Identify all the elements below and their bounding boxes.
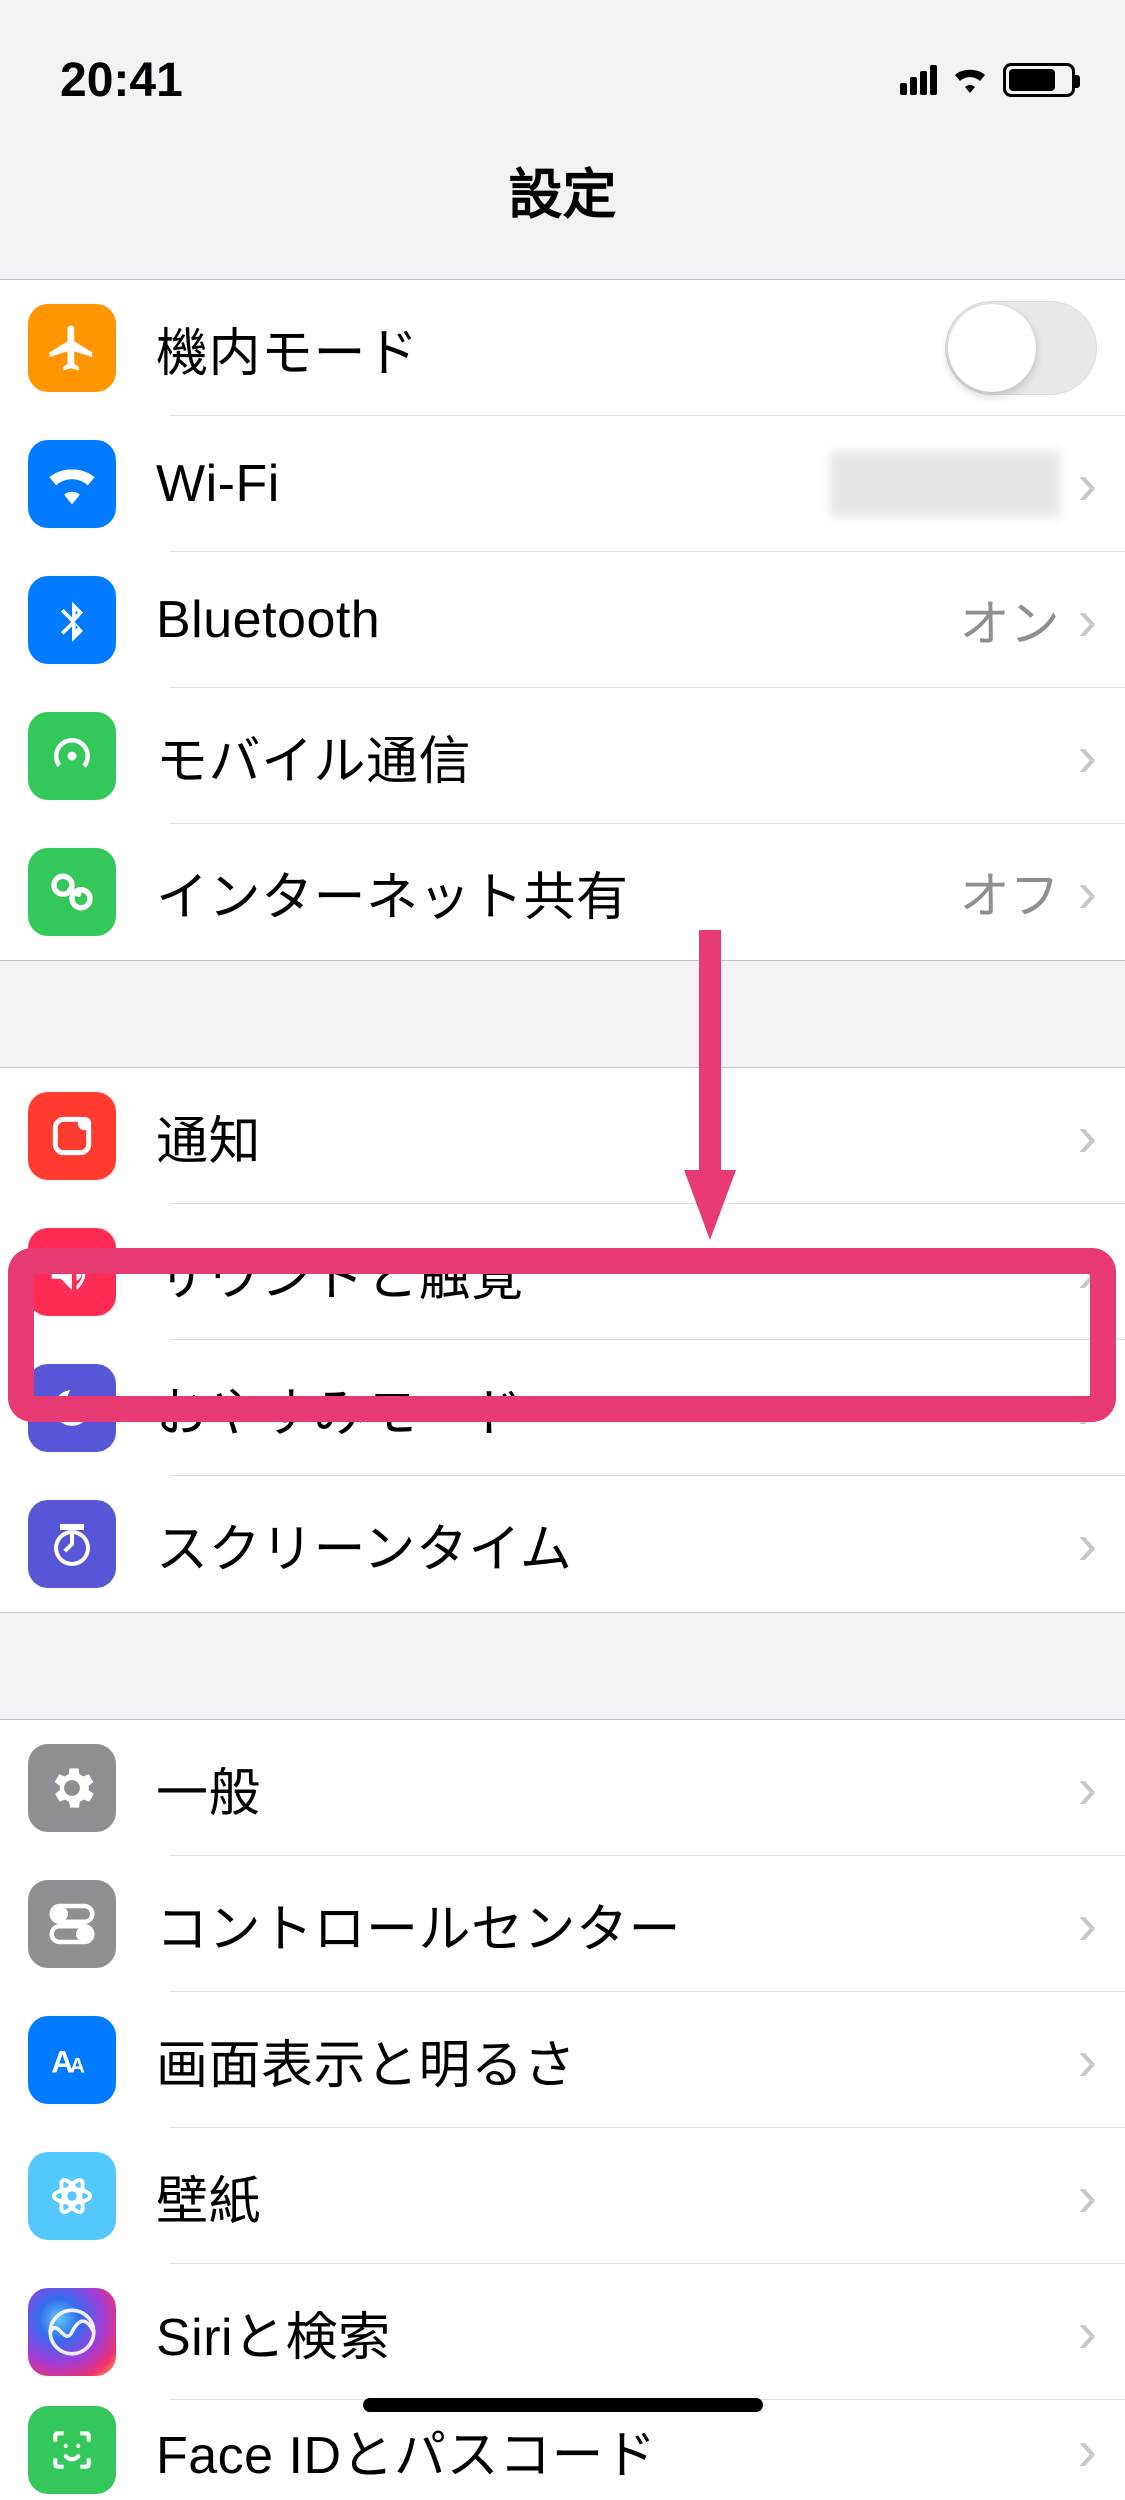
cellular-signal-icon [900,65,937,95]
section-gap [0,960,1125,1068]
chevron-right-icon: › [1078,859,1097,926]
row-label: 一般 [156,1751,1078,1826]
chevron-right-icon: › [1078,2299,1097,2366]
wifi-icon [28,440,116,528]
row-label: 画面表示と明るさ [156,2023,1078,2098]
wifi-value-redacted [830,451,1060,517]
row-value: オフ [960,856,1060,928]
status-time: 20:41 [60,53,183,108]
row-label: おやすみモード [156,1371,1078,1446]
chevron-right-icon: › [1078,1755,1097,1822]
screentime-icon [28,1500,116,1588]
chevron-right-icon: › [1078,1511,1097,1578]
hotspot-icon [28,848,116,936]
row-label: インターネット共有 [156,855,960,930]
chevron-right-icon: › [1078,1239,1097,1306]
airplane-icon [28,304,116,392]
row-display[interactable]: AA 画面表示と明るさ › [0,1992,1125,2128]
row-label: Wi-Fi [156,454,830,514]
row-label: スクリーンタイム [156,1507,1078,1582]
section-gap [0,1612,1125,1720]
chevron-right-icon: › [1078,1891,1097,1958]
row-label: サウンドと触覚 [156,1235,1078,1310]
airplane-toggle[interactable] [945,301,1097,395]
general-icon [28,1744,116,1832]
settings-group-3: 一般 › コントロールセンター › AA 画面表示と明るさ › 壁紙 › Sir… [0,1720,1125,2500]
faceid-icon [28,2406,116,2494]
chevron-right-icon: › [1078,1103,1097,1170]
row-label: Siriと検索 [156,2295,1078,2370]
row-label: Bluetooth [156,590,960,650]
row-label: コントロールセンター [156,1887,1078,1962]
row-sounds[interactable]: サウンドと触覚 › [0,1204,1125,1340]
sounds-icon [28,1228,116,1316]
dnd-icon [28,1364,116,1452]
chevron-right-icon: › [1078,2163,1097,2230]
chevron-right-icon: › [1078,2417,1097,2484]
bluetooth-icon [28,576,116,664]
row-bluetooth[interactable]: Bluetooth オン › [0,552,1125,688]
chevron-right-icon: › [1078,587,1097,654]
row-wallpaper[interactable]: 壁紙 › [0,2128,1125,2264]
wallpaper-icon [28,2152,116,2240]
row-wifi[interactable]: Wi-Fi › [0,416,1125,552]
chevron-right-icon: › [1078,1375,1097,1442]
svg-text:A: A [70,2055,85,2078]
row-dnd[interactable]: おやすみモード › [0,1340,1125,1476]
row-hotspot[interactable]: インターネット共有 オフ › [0,824,1125,960]
controlcenter-icon [28,1880,116,1968]
home-indicator [363,2398,763,2412]
battery-icon [1003,63,1075,97]
status-bar: 20:41 [0,0,1125,130]
settings-group-1: 機内モード Wi-Fi › Bluetooth オン › モバイル通信 › イン… [0,280,1125,960]
row-label: 壁紙 [156,2159,1078,2234]
chevron-right-icon: › [1078,2027,1097,2094]
row-general[interactable]: 一般 › [0,1720,1125,1856]
status-indicators [900,63,1075,98]
row-label: 通知 [156,1099,1078,1174]
row-screentime[interactable]: スクリーンタイム › [0,1476,1125,1612]
cellular-icon [28,712,116,800]
wifi-status-icon [949,63,991,98]
row-value: オン [960,584,1060,656]
page-title: 設定 [0,130,1125,280]
row-label: モバイル通信 [156,719,1078,794]
row-cellular[interactable]: モバイル通信 › [0,688,1125,824]
notifications-icon [28,1092,116,1180]
row-faceid[interactable]: Face IDとパスコード › [0,2400,1125,2500]
row-notifications[interactable]: 通知 › [0,1068,1125,1204]
display-icon: AA [28,2016,116,2104]
row-label: 機内モード [156,311,945,386]
chevron-right-icon: › [1078,451,1097,518]
row-label: Face IDとパスコード [156,2413,1078,2488]
siri-icon [28,2288,116,2376]
row-controlcenter[interactable]: コントロールセンター › [0,1856,1125,1992]
chevron-right-icon: › [1078,723,1097,790]
row-airplane[interactable]: 機内モード [0,280,1125,416]
settings-group-2: 通知 › サウンドと触覚 › おやすみモード › スクリーンタイム › [0,1068,1125,1612]
row-siri[interactable]: Siriと検索 › [0,2264,1125,2400]
